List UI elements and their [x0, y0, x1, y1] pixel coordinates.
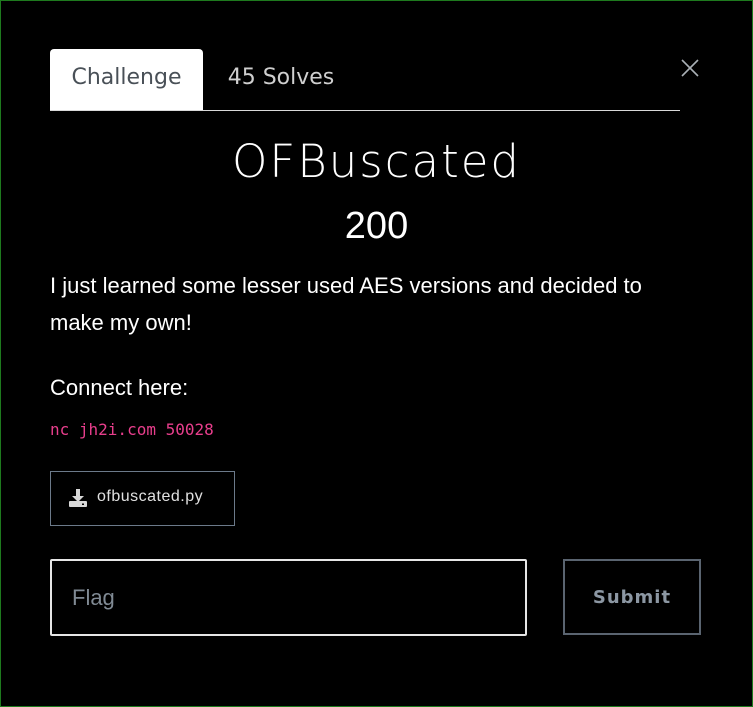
flag-input[interactable] [50, 559, 527, 636]
file-name-label: ofbuscated.py [97, 488, 204, 505]
connect-command: nc jh2i.com 50028 [50, 420, 214, 439]
challenge-title: OFBuscated [232, 135, 521, 188]
tab-solves[interactable]: 45 Solves [215, 49, 347, 109]
challenge-points: 200 [344, 205, 409, 247]
connect-label: Connect here: [50, 375, 189, 400]
file-download-button[interactable]: ofbuscated.py [50, 471, 235, 526]
tab-challenge[interactable]: Challenge [50, 49, 203, 110]
download-icon [68, 488, 88, 508]
tab-bar: Challenge 45 Solves [50, 49, 680, 111]
challenge-description: I just learned some lesser used AES vers… [50, 273, 642, 335]
close-icon[interactable] [679, 57, 701, 79]
submit-button[interactable]: Submit [563, 559, 701, 635]
challenge-modal: Challenge 45 Solves OFBuscated 200 I jus… [0, 0, 753, 707]
